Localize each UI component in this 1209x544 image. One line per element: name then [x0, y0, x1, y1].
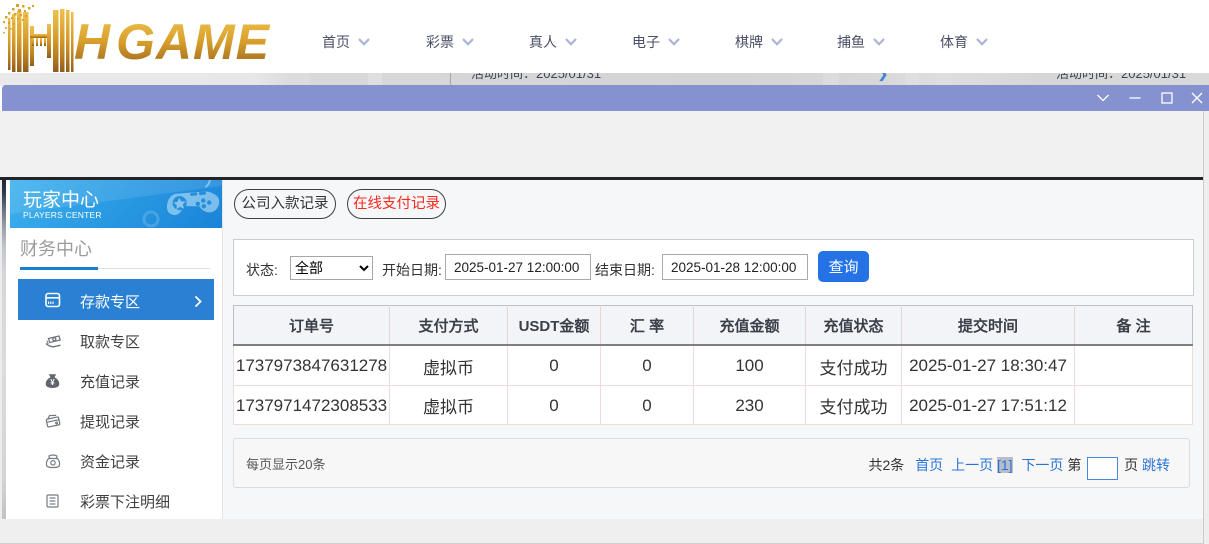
svg-text:GAME: GAME	[116, 14, 271, 70]
svg-text:H: H	[74, 14, 111, 70]
svg-text:¥: ¥	[50, 378, 55, 387]
